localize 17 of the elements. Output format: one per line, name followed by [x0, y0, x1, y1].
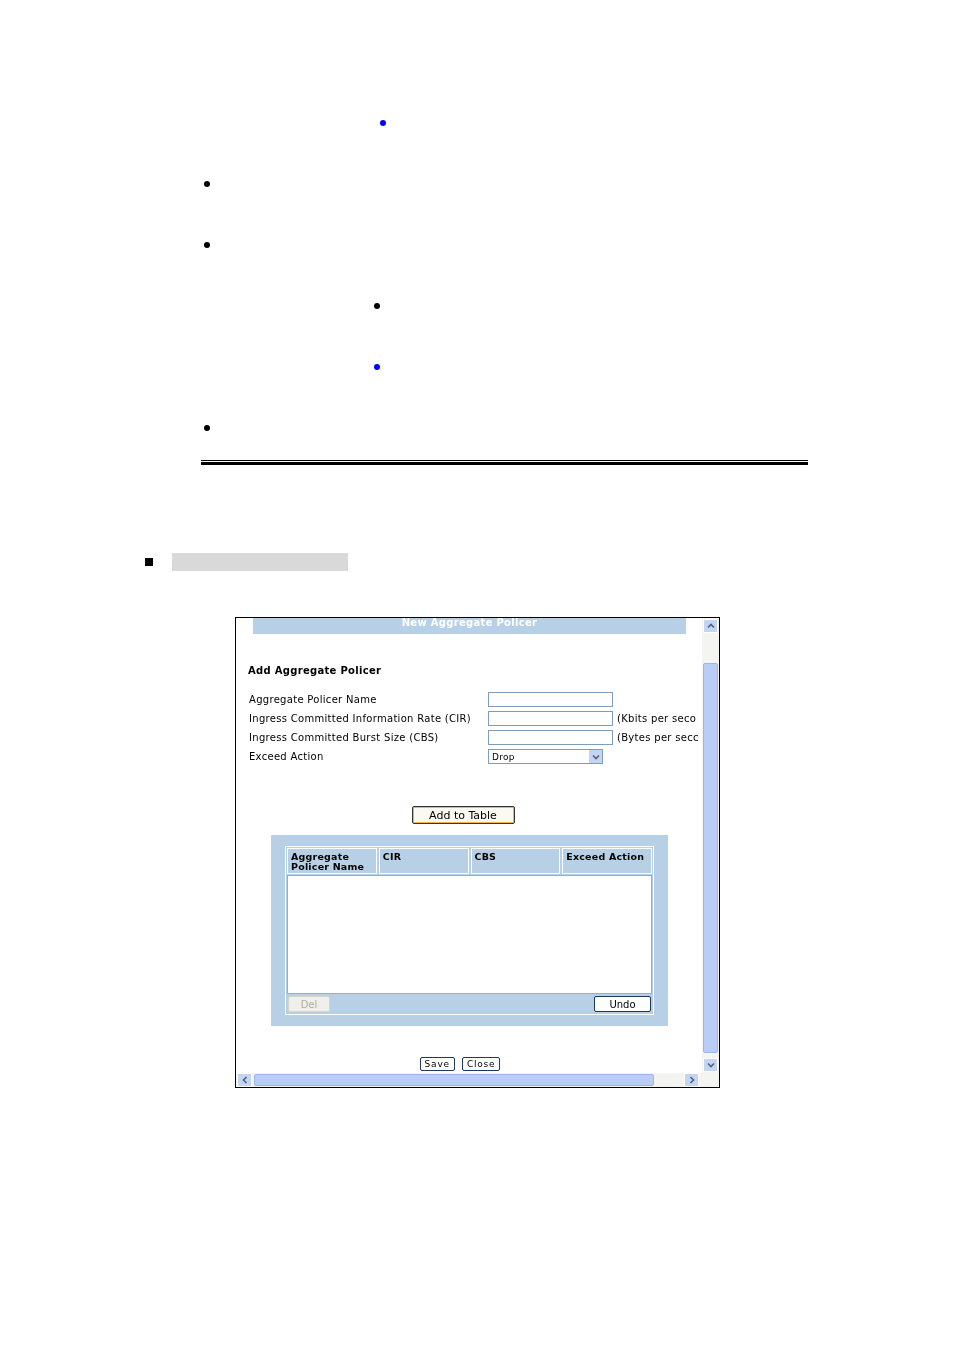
unit-label: (Kbits per seco — [617, 713, 698, 724]
column-header: CBS — [470, 848, 561, 874]
undo-button[interactable]: Undo — [594, 996, 651, 1012]
dialog-title: New Aggregate Policer — [253, 618, 686, 634]
close-button[interactable]: Close — [461, 1057, 501, 1071]
field-label: Aggregate Policer Name — [249, 692, 378, 707]
column-header: CIR — [378, 848, 469, 874]
add-to-table-button[interactable]: Add to Table — [411, 806, 515, 824]
save-button[interactable]: Save — [419, 1057, 455, 1071]
unit-label: (Bytes per secc — [617, 732, 700, 743]
field-label: Exceed Action — [249, 749, 325, 764]
field-label: Ingress Committed Information Rate (CIR) — [249, 711, 472, 726]
form-heading: Add Aggregate Policer — [248, 665, 383, 676]
exceed-action-select[interactable]: Drop — [488, 749, 603, 764]
column-header: Aggregate Policer Name — [287, 848, 377, 874]
column-header: Exceed Action — [562, 848, 652, 874]
field-label: Ingress Committed Burst Size (CBS) — [249, 730, 440, 745]
